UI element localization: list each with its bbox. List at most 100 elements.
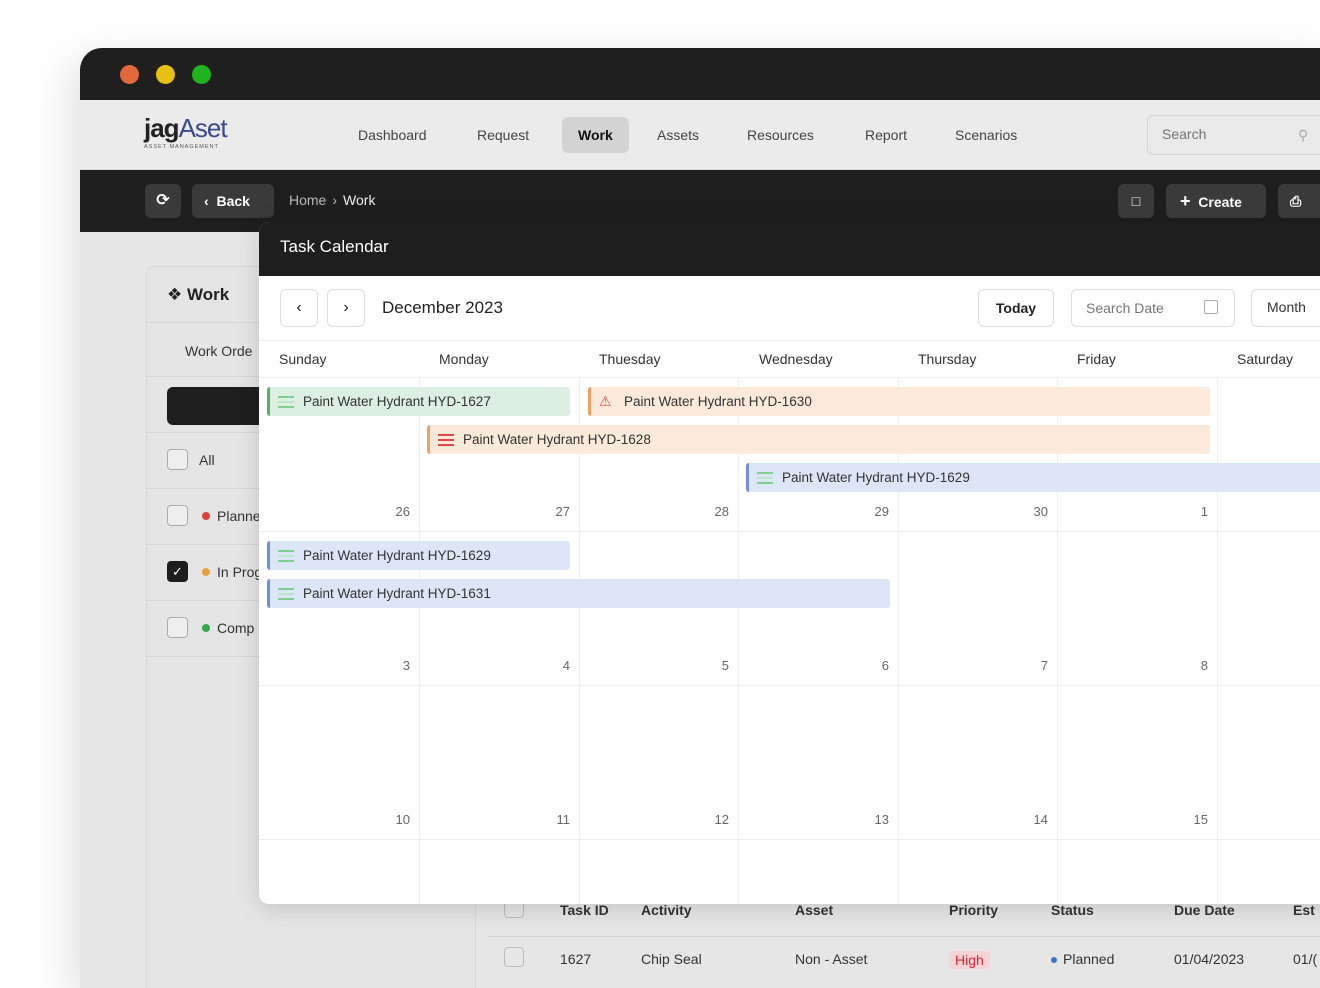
- logo-text: jag: [144, 113, 180, 143]
- month-title: December 2023: [382, 298, 503, 317]
- nav-assets[interactable]: Assets: [641, 117, 715, 153]
- nav-work[interactable]: Work: [562, 117, 629, 153]
- day-number[interactable]: 3: [380, 658, 410, 673]
- calendar-event[interactable]: Paint Water Hydrant HYD-1627: [267, 387, 570, 416]
- day-number[interactable]: 13: [859, 812, 889, 827]
- day-number[interactable]: 26: [380, 504, 410, 519]
- low-priority-icon: [278, 396, 294, 408]
- create-label: Create: [1198, 194, 1242, 210]
- filter-completed-checkbox[interactable]: [167, 617, 188, 638]
- grid-line: [738, 378, 739, 904]
- global-search[interactable]: ⚲: [1147, 115, 1320, 155]
- create-button[interactable]: + Create: [1166, 184, 1266, 218]
- day-number[interactable]: 6: [859, 658, 889, 673]
- calendar-event[interactable]: Paint Water Hydrant HYD-1628: [427, 425, 1210, 454]
- table-row[interactable]: 1627 Chip Seal Non - Asset High Planned …: [488, 936, 1320, 980]
- prev-month-button[interactable]: ‹: [280, 289, 318, 327]
- column-header[interactable]: Priority: [949, 902, 998, 918]
- filter-planned-checkbox[interactable]: [167, 505, 188, 526]
- filter-in-progress-label: In Prog: [217, 564, 263, 580]
- chevron-left-icon: ‹: [296, 299, 302, 316]
- column-header[interactable]: Activity: [641, 902, 692, 918]
- calendar-event[interactable]: Paint Water Hydrant HYD-1629: [746, 463, 1320, 492]
- minimize-window-button[interactable]: [156, 65, 175, 84]
- calendar-event[interactable]: ⚠ Paint Water Hydrant HYD-1630: [588, 387, 1210, 416]
- chat-button[interactable]: □: [1118, 184, 1154, 218]
- day-number[interactable]: 14: [1018, 812, 1048, 827]
- column-header[interactable]: Due Date: [1174, 902, 1235, 918]
- low-priority-icon: [757, 472, 773, 484]
- date-search[interactable]: [1071, 289, 1235, 327]
- filter-all-label: All: [199, 452, 215, 468]
- cell-status: Planned: [1051, 951, 1114, 967]
- row-checkbox[interactable]: [504, 947, 524, 967]
- priority-badge: High: [949, 951, 990, 969]
- print-button[interactable]: ⎙: [1278, 184, 1320, 218]
- low-priority-icon: [278, 588, 294, 600]
- calendar-event[interactable]: Paint Water Hydrant HYD-1629: [267, 541, 570, 570]
- layers-icon: ❖: [167, 285, 183, 304]
- grid-line: [1057, 378, 1058, 904]
- grid-line: [259, 685, 1320, 686]
- column-header[interactable]: Asset: [795, 902, 833, 918]
- nav-scenarios[interactable]: Scenarios: [939, 117, 1033, 153]
- event-label: Paint Water Hydrant HYD-1629: [303, 548, 491, 563]
- chevron-right-icon: ›: [343, 299, 349, 316]
- close-window-button[interactable]: [120, 65, 139, 84]
- day-number[interactable]: 8: [1178, 658, 1208, 673]
- nav-dashboard[interactable]: Dashboard: [342, 117, 443, 153]
- day-number[interactable]: 11: [540, 812, 571, 827]
- grid-line: [259, 531, 1320, 532]
- column-header[interactable]: Status: [1051, 902, 1094, 918]
- chat-icon: □: [1131, 193, 1141, 209]
- next-month-button[interactable]: ›: [327, 289, 365, 327]
- day-number[interactable]: 30: [1018, 504, 1048, 519]
- search-icon: ⚲: [1298, 127, 1309, 143]
- breadcrumb-separator-icon: ›: [332, 192, 338, 208]
- day-number[interactable]: 29: [859, 504, 889, 519]
- day-number[interactable]: 15: [1178, 812, 1208, 827]
- filter-planned-label: Planne: [217, 508, 261, 524]
- date-search-input[interactable]: [1086, 300, 1196, 316]
- refresh-button[interactable]: ⟳: [145, 184, 181, 218]
- cell-asset: Non - Asset: [795, 951, 868, 967]
- today-button[interactable]: Today: [978, 289, 1054, 327]
- day-number[interactable]: 28: [699, 504, 729, 519]
- column-header[interactable]: Est: [1293, 902, 1315, 918]
- day-number[interactable]: 1: [1178, 504, 1208, 519]
- maximize-window-button[interactable]: [192, 65, 211, 84]
- nav-request[interactable]: Request: [461, 117, 545, 153]
- back-button[interactable]: ‹ Back: [192, 184, 274, 218]
- dow-label: Wednesday: [759, 351, 833, 367]
- nav-report[interactable]: Report: [849, 117, 923, 153]
- filter-all-checkbox[interactable]: [167, 449, 188, 470]
- view-select[interactable]: Month: [1251, 289, 1320, 327]
- day-number[interactable]: 27: [540, 504, 570, 519]
- calendar-icon: [1204, 300, 1218, 314]
- event-label: Paint Water Hydrant HYD-1628: [463, 432, 651, 447]
- dow-label: Friday: [1077, 351, 1116, 367]
- nav-resources[interactable]: Resources: [731, 117, 830, 153]
- app-logo[interactable]: jagAset ASSET MANAGEMENT: [144, 113, 244, 157]
- column-header[interactable]: Task ID: [560, 902, 609, 918]
- top-navigation: jagAset ASSET MANAGEMENT Dashboard Reque…: [80, 100, 1320, 170]
- dow-label: Saturday: [1237, 351, 1294, 367]
- event-label: Paint Water Hydrant HYD-1627: [303, 394, 491, 409]
- window-titlebar: [80, 48, 1320, 100]
- check-icon: ✓: [172, 564, 183, 579]
- search-input[interactable]: [1162, 126, 1282, 142]
- filter-in-progress-checkbox[interactable]: ✓: [167, 561, 188, 582]
- day-number[interactable]: 5: [699, 658, 729, 673]
- grid-line: [579, 378, 580, 904]
- event-label: Paint Water Hydrant HYD-1630: [624, 394, 812, 409]
- calendar-event[interactable]: Paint Water Hydrant HYD-1631: [267, 579, 890, 608]
- day-number[interactable]: 12: [699, 812, 729, 827]
- breadcrumb-work[interactable]: Work: [343, 192, 375, 208]
- breadcrumb-home[interactable]: Home: [289, 192, 326, 208]
- chevron-left-icon: ‹: [204, 193, 209, 209]
- breadcrumb: Home › Work: [289, 192, 375, 208]
- status-dot-icon: [202, 568, 210, 576]
- day-number[interactable]: 10: [380, 812, 410, 827]
- day-number[interactable]: 4: [540, 658, 570, 673]
- day-number[interactable]: 7: [1018, 658, 1048, 673]
